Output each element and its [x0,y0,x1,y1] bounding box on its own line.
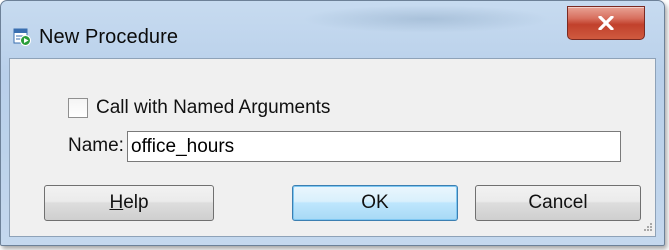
help-button[interactable]: Help [44,185,214,221]
close-icon [598,16,614,30]
cancel-button[interactable]: Cancel [475,185,641,221]
resize-grip-icon[interactable] [639,220,653,234]
new-procedure-icon [13,28,31,46]
help-mnemonic: H [109,192,124,213]
name-input[interactable] [127,131,621,162]
named-arguments-option[interactable]: Call with Named Arguments [68,95,330,121]
help-label-rest: elp [123,192,149,213]
dialog-window: New Procedure Call with Named Arguments … [0,0,665,246]
dialog-title: New Procedure [39,26,179,48]
ok-button[interactable]: OK [292,185,458,221]
screen: New Procedure Call with Named Arguments … [0,0,669,250]
close-button[interactable] [567,6,645,40]
named-arguments-label: Call with Named Arguments [96,97,331,118]
titlebar-blur [301,5,551,33]
dialog-body: Call with Named Arguments Name: Help OK … [9,58,656,237]
name-label: Name: [68,135,124,156]
named-arguments-checkbox[interactable] [68,98,88,118]
